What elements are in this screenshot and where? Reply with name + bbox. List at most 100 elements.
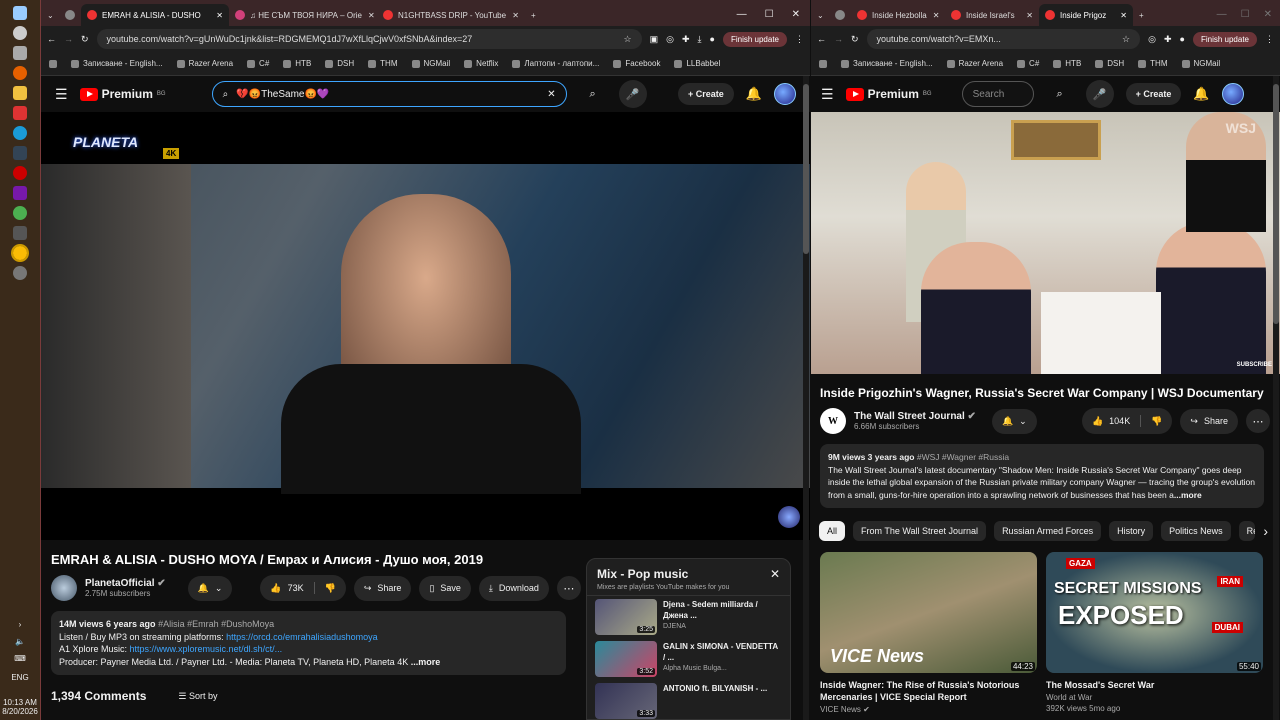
subscribe-watermark[interactable]: SUBSCRIBE (1237, 362, 1272, 368)
chevron-right-icon[interactable]: › (1263, 523, 1268, 539)
bookmark-item[interactable]: Razer Arena (947, 59, 1003, 68)
tab-menu-icon[interactable]: ⌄ (811, 4, 829, 26)
notifications-bell-icon[interactable]: 🔔 (746, 86, 762, 102)
url-field[interactable]: youtube.com/watch?v=gUnWuDc1jnk&list=RDG… (96, 29, 642, 49)
finish-update-button[interactable]: Finish update (722, 31, 787, 47)
recommended-video[interactable]: VICE News 44:23 Inside Wagner: The Rise … (820, 552, 1037, 714)
chip-history[interactable]: History (1109, 521, 1154, 541)
chevron-up-icon[interactable]: › (19, 620, 22, 629)
close-tab-icon[interactable]: ✕ (1020, 11, 1033, 20)
bookmark-item[interactable]: Netflix (464, 59, 498, 68)
reload-icon[interactable]: ↻ (851, 34, 859, 45)
subscribed-bell-button[interactable]: 🔔 ⌄ (187, 575, 233, 601)
tab-israel[interactable]: Inside Israel's ✕ (945, 4, 1039, 26)
like-button[interactable]: 👍 73K 👎 (260, 575, 346, 601)
bookmark-item[interactable]: LLBabbel (674, 59, 720, 68)
mix-item[interactable]: 3:52 GALIN x SIMONA - VENDETTA / ... Alph… (587, 638, 790, 680)
more-actions-icon[interactable]: ⋯ (556, 576, 581, 600)
maximize-icon[interactable]: ☐ (765, 9, 774, 20)
extension-icon[interactable]: ◎ (1148, 34, 1156, 45)
hamburger-menu-icon[interactable]: ☰ (55, 86, 68, 103)
tab-pinned[interactable] (829, 4, 851, 26)
menu-kebab-icon[interactable]: ⋮ (795, 34, 804, 45)
hashtags[interactable]: #WSJ #Wagner #Russia (917, 452, 1009, 462)
recommended-video[interactable]: SECRET MISSIONS EXPOSED GAZA IRAN DUBAI … (1046, 552, 1263, 713)
steam-icon[interactable] (13, 146, 27, 160)
channel-watermark-icon[interactable] (778, 506, 800, 528)
desc-link[interactable]: https://orcd.co/emrahalisiadushomoya (226, 632, 378, 642)
edge-icon[interactable] (13, 126, 27, 140)
language-indicator[interactable]: ENG (11, 673, 28, 682)
like-button[interactable]: 👍 104K 👎 (1081, 408, 1173, 434)
minimize-icon[interactable]: — (1217, 9, 1227, 20)
more-actions-icon[interactable]: ⋯ (1246, 409, 1270, 433)
forward-icon[interactable]: → (834, 34, 843, 44)
chrome-icon[interactable] (13, 206, 27, 220)
page-scrollbar[interactable] (1273, 76, 1279, 720)
clock-date[interactable]: 8/20/2026 (2, 707, 38, 716)
windows-start-icon[interactable] (13, 6, 27, 20)
close-mix-icon[interactable]: ✕ (770, 567, 780, 581)
mix-item[interactable]: 3:25 Djena - Sedem milliarda / Джена ...… (587, 596, 790, 638)
bookmark-star-icon[interactable]: ☆ (1122, 34, 1130, 45)
profile-icon[interactable]: ● (710, 34, 715, 44)
bookmark-item[interactable]: C# (1017, 59, 1039, 68)
bookmark-item[interactable]: Razer Arena (177, 59, 233, 68)
more-link[interactable]: ...more (411, 657, 441, 667)
wsj-channel-avatar[interactable]: W (820, 408, 846, 434)
voice-search-icon[interactable]: 🎤 (1085, 80, 1114, 108)
video-player[interactable]: PLANETA 4K (41, 112, 810, 540)
apps-grid-icon[interactable] (49, 60, 57, 68)
bookmark-item[interactable]: Записване - English... (71, 59, 163, 68)
close-tab-icon[interactable]: ✕ (362, 11, 375, 20)
back-icon[interactable]: ← (47, 34, 56, 44)
close-tab-icon[interactable]: ✕ (506, 11, 519, 20)
extension-icon[interactable]: ◎ (666, 34, 674, 45)
chip-all[interactable]: All (819, 521, 846, 541)
tab-menu-icon[interactable]: ⌄ (41, 4, 59, 26)
search-icon[interactable] (13, 26, 27, 40)
firefox-icon[interactable] (13, 66, 27, 80)
search-box[interactable]: ⌕ 💔😡TheSame😡💜 ✕ (211, 81, 567, 107)
close-window-icon[interactable]: ✕ (1264, 9, 1272, 20)
bookmark-item[interactable]: DSH (1095, 59, 1124, 68)
search-button[interactable]: ⌕ (579, 80, 607, 108)
back-icon[interactable]: ← (817, 34, 826, 44)
settings-icon[interactable] (13, 266, 27, 280)
account-avatar[interactable] (1221, 83, 1244, 105)
thumbs-down-icon[interactable]: 👎 (325, 583, 336, 594)
reload-icon[interactable]: ↻ (81, 34, 89, 45)
bookmark-item[interactable]: Facebook (613, 59, 660, 68)
maximize-icon[interactable]: ☐ (1241, 9, 1250, 20)
close-window-icon[interactable]: ✕ (792, 9, 800, 20)
create-button[interactable]: + Create (1125, 83, 1182, 105)
scrollbar-thumb[interactable] (803, 84, 809, 254)
youtube-premium-logo[interactable]: Premium BG (79, 87, 166, 101)
mix-item[interactable]: 3:33 ANTONIO ft. BILYANISH - ... (587, 680, 790, 719)
youtube-premium-logo[interactable]: Premium BG (845, 87, 932, 101)
bookmark-item[interactable]: NGMail (1182, 59, 1221, 68)
extensions-puzzle-icon[interactable]: ✚ (682, 34, 690, 45)
video-player[interactable]: WSJ SUBSCRIBE (811, 112, 1280, 374)
onenote-icon[interactable] (13, 186, 27, 200)
description-box[interactable]: 9M views 3 years ago #WSJ #Wagner #Russi… (820, 444, 1264, 508)
voice-search-icon[interactable]: 🎤 (618, 80, 647, 108)
search-box[interactable]: Search (961, 81, 1034, 107)
bookmark-item[interactable]: HTB (283, 59, 311, 68)
tab-music[interactable]: ♫ НЕ СЪМ ТВОЯ НИРА – Orie ✕ (229, 4, 377, 26)
new-tab-button[interactable]: + (525, 4, 542, 26)
task-view-icon[interactable] (13, 46, 27, 60)
opera-icon[interactable] (13, 166, 27, 180)
bookmark-item[interactable]: HTB (1053, 59, 1081, 68)
volume-icon[interactable]: 🔈 (15, 637, 25, 646)
search-input[interactable]: Search (973, 89, 1005, 100)
hamburger-menu-icon[interactable]: ☰ (821, 86, 834, 103)
profile-icon[interactable]: ● (1180, 34, 1185, 44)
tab-prigozhin[interactable]: Inside Prigoz ✕ (1039, 4, 1133, 26)
keyboard-icon[interactable]: ⌨ (14, 654, 26, 663)
apps-grid-icon[interactable] (819, 60, 827, 68)
save-button[interactable]: ▯ Save (419, 575, 471, 601)
download-button[interactable]: ⤓ Download (478, 575, 549, 601)
subscribed-bell-button[interactable]: 🔔 ⌄ (991, 408, 1037, 434)
account-avatar[interactable] (774, 83, 796, 105)
